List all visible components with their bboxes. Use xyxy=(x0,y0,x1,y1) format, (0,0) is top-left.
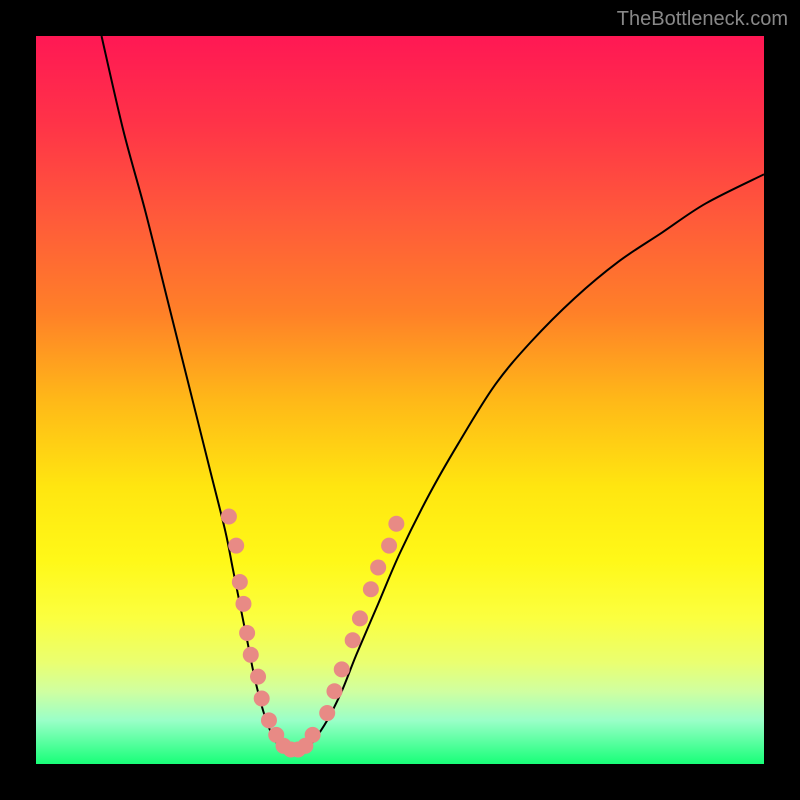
marker-point xyxy=(232,574,248,590)
marker-point xyxy=(326,683,342,699)
marker-point xyxy=(363,581,379,597)
marker-point xyxy=(381,538,397,554)
marker-point xyxy=(243,647,259,663)
marker-point xyxy=(250,669,266,685)
marker-point xyxy=(345,632,361,648)
chart-svg xyxy=(36,36,764,764)
marker-point xyxy=(235,596,251,612)
chart-container xyxy=(36,36,764,764)
marker-point xyxy=(254,690,270,706)
marker-point xyxy=(352,610,368,626)
marker-point xyxy=(388,516,404,532)
marker-point xyxy=(305,727,321,743)
marker-point xyxy=(334,661,350,677)
marker-point xyxy=(239,625,255,641)
gradient-background xyxy=(36,36,764,764)
marker-point xyxy=(261,712,277,728)
marker-point xyxy=(228,538,244,554)
marker-point xyxy=(370,559,386,575)
marker-point xyxy=(319,705,335,721)
marker-point xyxy=(221,508,237,524)
watermark-text: TheBottleneck.com xyxy=(617,8,788,31)
